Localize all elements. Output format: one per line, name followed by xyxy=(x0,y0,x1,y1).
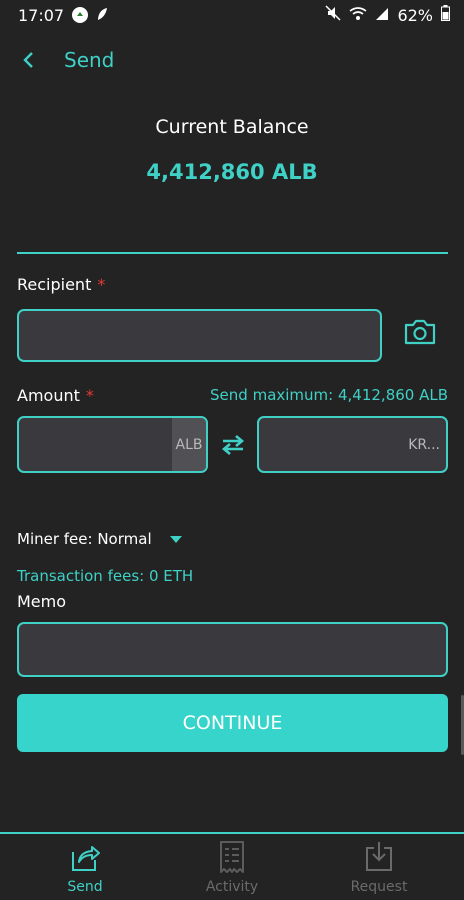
recipient-label-row: Recipient * xyxy=(17,275,105,294)
crypto-amount-input[interactable] xyxy=(19,418,174,471)
nav-activity[interactable]: Activity xyxy=(177,834,287,900)
battery-icon xyxy=(441,5,450,25)
balance-value: 4,412,860 ALB xyxy=(146,160,318,184)
memo-input[interactable] xyxy=(17,622,448,677)
swap-currency-button[interactable] xyxy=(218,430,248,460)
bottom-nav: Send Activity Request xyxy=(0,834,464,900)
caret-down-icon xyxy=(169,535,182,543)
fiat-amount-input[interactable] xyxy=(259,418,399,471)
status-left: 17:07 xyxy=(18,6,108,25)
required-marker: * xyxy=(97,275,106,294)
camera-icon xyxy=(404,319,436,345)
chevron-left-icon xyxy=(23,52,33,68)
fiat-unit: KR... xyxy=(408,436,440,453)
memo-label: Memo xyxy=(17,592,67,611)
swap-arrows-icon xyxy=(221,435,245,455)
continue-button[interactable]: CONTINUE xyxy=(17,694,448,752)
amount-label-row: Amount * xyxy=(17,386,94,405)
required-marker: * xyxy=(85,386,94,405)
nav-send-label: Send xyxy=(67,879,103,895)
mute-icon xyxy=(325,5,341,25)
status-right: 62% xyxy=(325,5,450,25)
nav-send[interactable]: Send xyxy=(30,834,140,900)
back-button[interactable] xyxy=(22,45,44,75)
signal-icon xyxy=(375,6,389,25)
receipt-icon xyxy=(220,841,244,873)
send-maximum-link[interactable]: Send maximum: 4,412,860 ALB xyxy=(210,386,448,404)
recipient-label: Recipient xyxy=(17,275,92,294)
crypto-unit: ALB xyxy=(172,418,206,471)
miner-fee-label: Miner fee: Normal xyxy=(17,530,152,548)
status-bar: 17:07 62% xyxy=(0,0,464,30)
fiat-amount-field: KR... xyxy=(257,416,448,473)
app-header: Send xyxy=(0,40,464,80)
status-time: 17:07 xyxy=(18,5,65,25)
balance-divider xyxy=(17,252,448,254)
page-title: Send xyxy=(64,48,115,72)
amount-label: Amount xyxy=(17,386,80,405)
transaction-fees-text: Transaction fees: 0 ETH xyxy=(17,567,194,585)
recipient-input[interactable] xyxy=(17,309,382,362)
battery-text: 62% xyxy=(397,5,433,25)
nav-request-label: Request xyxy=(350,879,408,895)
download-icon xyxy=(366,842,392,871)
crypto-amount-field: ALB xyxy=(17,416,208,473)
leaf-notification-icon xyxy=(96,6,108,25)
scan-qr-button[interactable] xyxy=(400,314,440,350)
balance-label: Current Balance xyxy=(155,116,309,138)
miner-fee-dropdown[interactable]: Miner fee: Normal xyxy=(17,530,182,548)
share-icon xyxy=(72,846,100,871)
android-notification-icon xyxy=(72,7,89,23)
wifi-icon xyxy=(349,6,367,25)
nav-request[interactable]: Request xyxy=(324,834,434,900)
nav-activity-label: Activity xyxy=(205,879,259,895)
